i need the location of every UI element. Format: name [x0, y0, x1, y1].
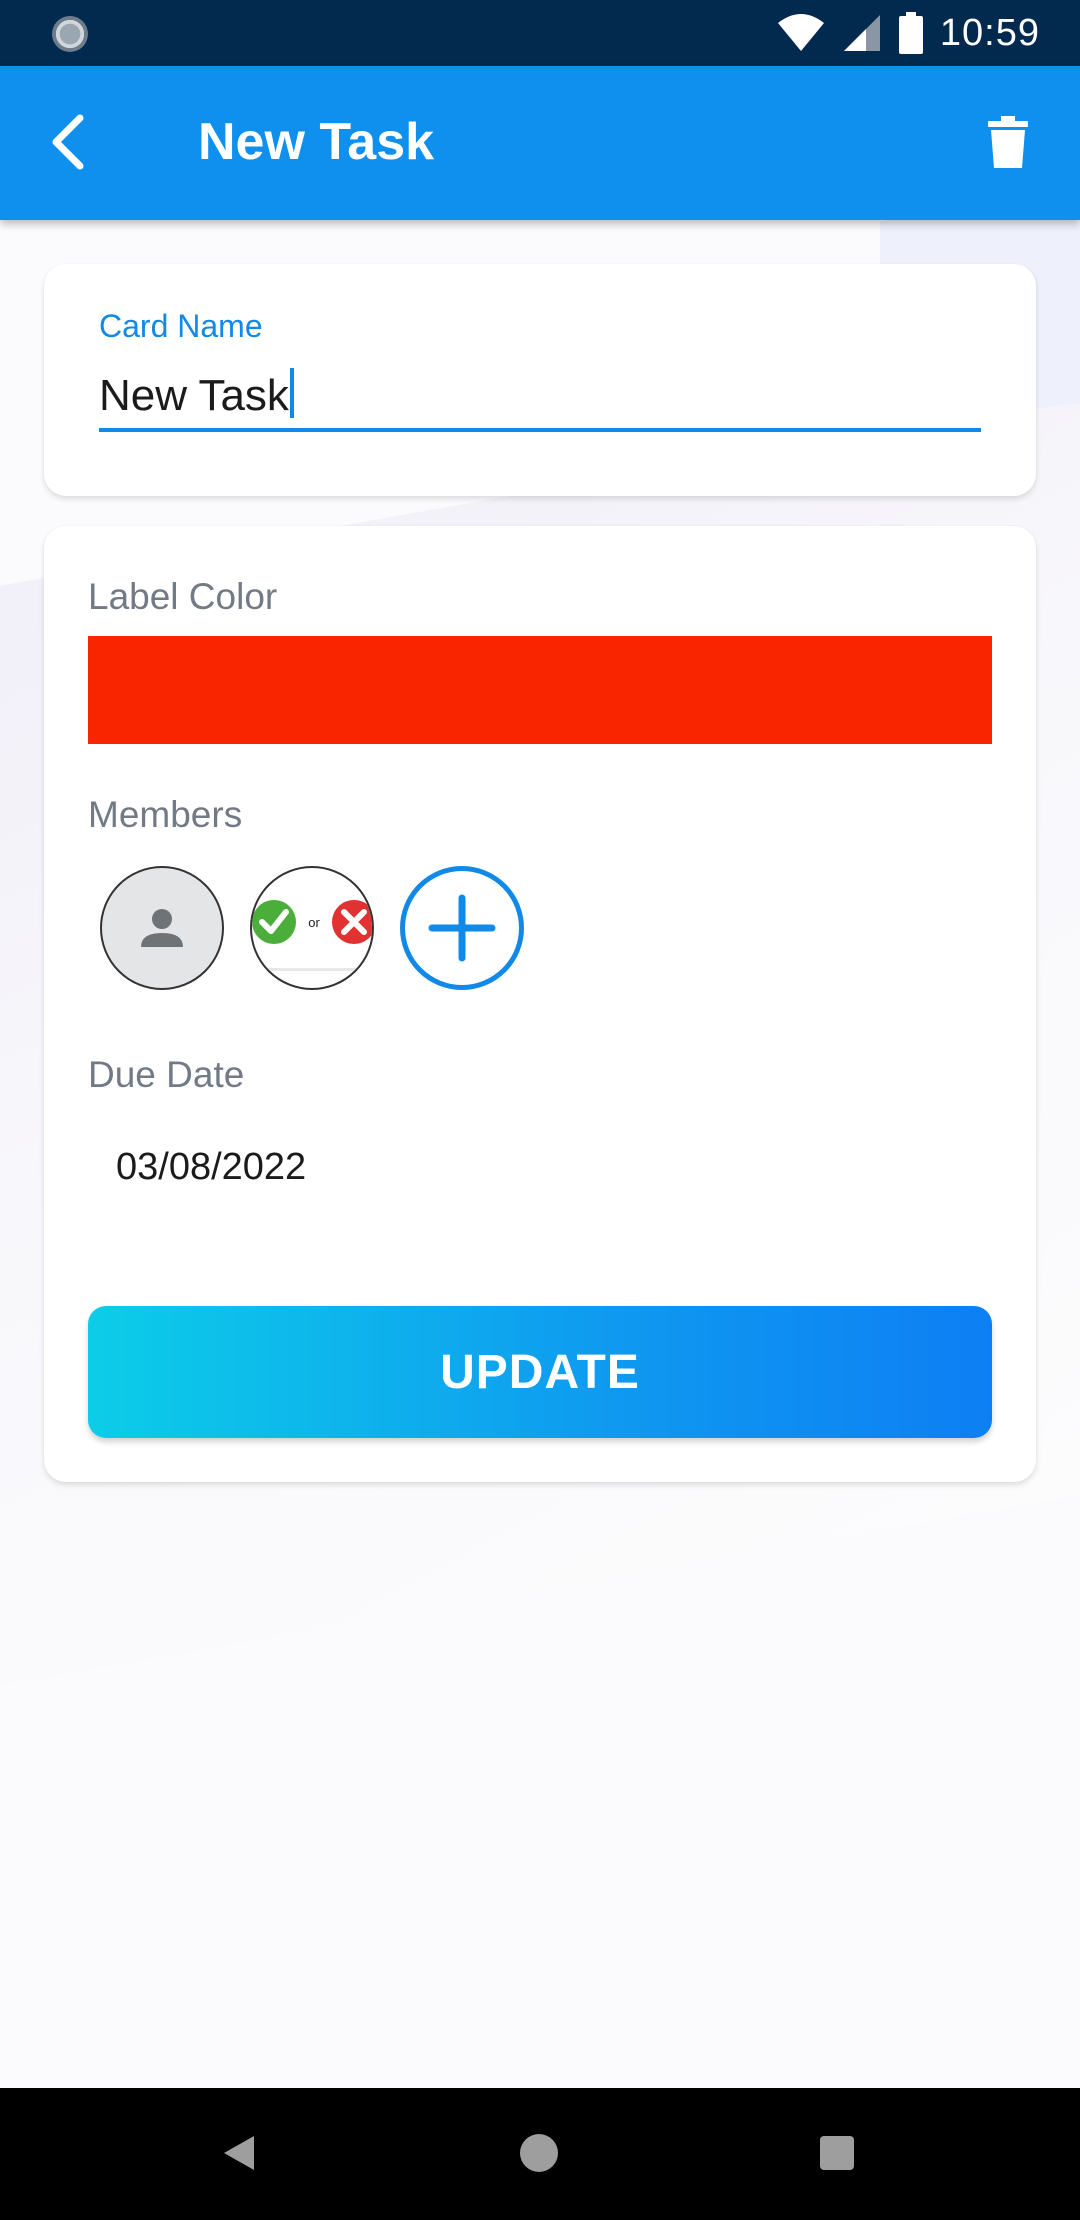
- card-name-card: Card Name New Task: [44, 264, 1036, 496]
- page-title: New Task: [198, 113, 435, 171]
- due-date-title: Due Date: [88, 1054, 245, 1095]
- nav-recents-icon[interactable]: [820, 2136, 854, 2170]
- label-color-title: Label Color: [88, 576, 278, 617]
- or-text: or: [308, 915, 320, 930]
- status-icons: 10:59: [776, 8, 1040, 58]
- navigation-bar: [0, 2088, 1080, 2220]
- signal-icon: [843, 15, 880, 51]
- person-icon: [141, 909, 183, 947]
- back-button[interactable]: [36, 110, 100, 174]
- member-avatar[interactable]: [100, 866, 224, 990]
- status-bar: 10:59: [0, 0, 1080, 66]
- check-or-cross-icon: or: [252, 900, 372, 971]
- add-member-button[interactable]: [400, 866, 524, 990]
- delete-button[interactable]: [976, 110, 1040, 174]
- nav-back-icon[interactable]: [222, 2134, 256, 2172]
- app-bar: New Task: [0, 66, 1080, 220]
- nav-home-icon[interactable]: [520, 2134, 558, 2172]
- card-name-label: Card Name: [99, 308, 263, 344]
- trash-icon: [988, 116, 1028, 168]
- screen: 10:59 New Task Card Name New Task Label …: [0, 0, 1080, 2220]
- text-cursor: [289, 368, 294, 418]
- member-avatar[interactable]: or: [250, 866, 374, 990]
- card-name-input[interactable]: New Task: [99, 368, 294, 421]
- update-button[interactable]: UPDATE: [88, 1306, 992, 1438]
- label-color-swatch[interactable]: [88, 636, 992, 744]
- card-name-value: New Task: [99, 371, 289, 420]
- members-title: Members: [88, 794, 243, 835]
- plus-icon: [428, 894, 496, 962]
- members-list: or: [100, 866, 524, 990]
- details-card: Label Color Members or Due Date 03/08/20…: [44, 526, 1036, 1482]
- clock: 10:59: [939, 11, 1040, 54]
- battery-icon: [898, 12, 923, 54]
- input-underline: [99, 428, 981, 432]
- chevron-left-icon: [52, 114, 84, 170]
- wifi-icon: [777, 14, 824, 51]
- due-date-value[interactable]: 03/08/2022: [116, 1146, 306, 1189]
- sync-icon: [52, 16, 88, 52]
